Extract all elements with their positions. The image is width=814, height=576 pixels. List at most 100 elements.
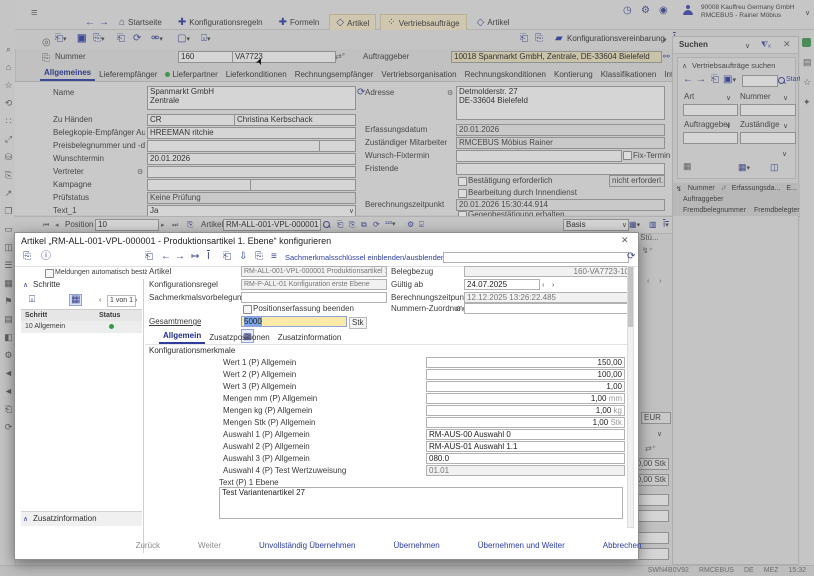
name-field[interactable]: Spanmarkt GmbH Zentrale [147, 86, 356, 110]
beleg-nummer-field[interactable]: VA7723 [232, 51, 336, 63]
zu-haenden-code-field[interactable]: CR [147, 114, 235, 126]
home-icon[interactable]: ⌂ [4, 63, 13, 72]
swap-icon[interactable]: ⇄⁺ [645, 444, 656, 453]
sachmerkmal-filter-field[interactable] [443, 252, 629, 263]
status-circle-icon[interactable]: ◎ [42, 38, 51, 47]
zurueck-button[interactable]: Zurück [130, 540, 166, 551]
doc-copy2-icon[interactable]: ⎘ [349, 220, 355, 230]
refresh-icon[interactable]: ⟳ [133, 34, 141, 44]
tab-rechnungskonditionen[interactable]: Rechnungskonditionen [461, 68, 550, 81]
chart-icon[interactable]: ↗ [4, 189, 13, 198]
bearbeitung-checkbox[interactable] [458, 189, 467, 198]
art-chevron-icon[interactable]: ∨ [726, 94, 731, 103]
fit-width-icon[interactable]: ↦ [191, 252, 199, 262]
search-nummer-field[interactable] [740, 104, 796, 116]
position-field[interactable]: 10 [95, 219, 159, 231]
close-panel-icon[interactable]: ✕ [783, 40, 791, 49]
tab-artikel-2[interactable]: ◇ Artikel [471, 15, 516, 31]
user-menu-chevron-icon[interactable]: ∨ [805, 9, 810, 18]
dialog-scrollbar[interactable] [627, 266, 634, 528]
panel-icon[interactable]: ◫ [4, 243, 13, 252]
merkmal-field[interactable]: RM-AUS-01 Auswahl 1.1 [426, 441, 625, 452]
folder-blue-icon[interactable]: ▰ [555, 34, 563, 44]
gear-icon[interactable]: ⚙ [4, 351, 13, 360]
search-icon[interactable]: ⌕ [4, 45, 13, 54]
tab-rechnungsempfaenger[interactable]: Rechnungsempfänger [291, 68, 378, 81]
user-avatar[interactable] [683, 5, 693, 15]
apps-icon[interactable]: ∷ [4, 117, 13, 126]
tab-formeln[interactable]: ✚ Formeln [273, 15, 326, 31]
app-switch-icon[interactable] [802, 38, 811, 47]
search-icon[interactable] [323, 221, 330, 228]
merkmal-field[interactable]: 1,00 [426, 381, 625, 392]
tab-startseite[interactable]: ⌂ Startseite [113, 15, 168, 31]
pager-next-icon[interactable]: › [659, 277, 661, 286]
clipboard-icon[interactable]: ⎘ [23, 252, 31, 262]
dialog-close-icon[interactable]: ✕ [621, 236, 629, 245]
dlg-tab-zusatzpositionen[interactable]: Zusatzpositionen [205, 331, 273, 344]
filter-clear-icon[interactable]: ⧨ₓ [761, 40, 771, 50]
text-tool-icon[interactable]: I▾ [663, 220, 669, 231]
adresse-field[interactable]: Detmolderstr. 27 DE-33604 Bielefeld [456, 86, 665, 120]
table-view-icon[interactable]: ▥ [649, 220, 657, 230]
nav-back-icon[interactable]: ← [85, 18, 95, 28]
next-record-icon[interactable]: ▸ [161, 221, 165, 230]
history-forward-icon[interactable]: → [696, 75, 706, 85]
merkmal-field[interactable]: 080.0 [426, 453, 625, 464]
dlg-tab-zusatzinformation[interactable]: Zusatzinformation [274, 331, 346, 344]
list-icon[interactable]: ≡ [271, 252, 277, 262]
doc-add-icon[interactable]: ⎗ [223, 252, 231, 262]
auftraggeber-chevron-icon[interactable]: ∨ [726, 122, 731, 131]
adresse-gear-icon[interactable]: ⚙ [447, 89, 453, 98]
step-row-allgemein[interactable]: 10 Allgemein [21, 321, 142, 333]
zusatzinfo-section-bar[interactable]: ∧ Zusatzinformation [21, 511, 142, 526]
tab-vertriebsauftraege[interactable]: ⁘ Vertriebsaufträge [380, 14, 466, 31]
saved-search-field[interactable] [742, 75, 778, 87]
open-document-icon[interactable]: ⎗ [117, 34, 125, 44]
prev-record-icon[interactable]: ◂ [55, 221, 59, 230]
pin2-icon[interactable]: ◄ [4, 387, 13, 396]
tab-kontierung[interactable]: Kontierung [550, 68, 597, 81]
auftraggeber-field[interactable]: 10018 Spanmarkt GmbH, Zentrale, DE-33604… [451, 51, 662, 63]
history-back-icon[interactable]: ← [683, 75, 693, 85]
preisbeleg-datum-field[interactable] [319, 140, 356, 152]
merkmal-field[interactable]: RM-AUS-00 Auswahl 0 [426, 429, 625, 440]
tab-lieferpartner[interactable]: Lieferpartner [161, 68, 221, 81]
download-icon[interactable]: ⇩ [239, 252, 247, 262]
layout-icon[interactable]: ▦▾ [738, 162, 750, 174]
weiter-button[interactable]: Weiter [192, 540, 227, 551]
save-icon[interactable]: ▣ [77, 34, 86, 44]
tag-icon[interactable]: ⌻ [419, 220, 424, 230]
last-record-icon[interactable]: ⏭ [172, 221, 178, 230]
wunsch-fixtermin-field[interactable] [456, 150, 622, 162]
zu-haenden-name-field[interactable]: Christina Kerbschack [234, 114, 356, 126]
save-search-icon[interactable]: ▣▾ [723, 75, 736, 86]
list-icon[interactable]: ☰ [4, 261, 13, 270]
hamburger-menu-icon[interactable]: ≡ [31, 9, 37, 18]
doc-out-icon[interactable]: ⎘ [535, 34, 543, 44]
tab-allgemeines[interactable]: Allgemeines [40, 66, 95, 81]
gueltig-prev-icon[interactable]: ‹ [542, 281, 544, 290]
tab-konfigurationsregeln[interactable]: ✚ Konfigurationsregeln [172, 15, 269, 31]
steps-collapse-icon[interactable]: ∧ [23, 281, 28, 290]
period-icon[interactable]: ▢▾ [177, 34, 190, 45]
info-icon[interactable]: ⓘ [41, 252, 51, 262]
auto-confirm-checkbox[interactable] [45, 269, 54, 278]
doc-in-icon[interactable]: ⎗ [520, 34, 528, 44]
company-icon[interactable]: ◫ [770, 162, 779, 172]
notes-side-icon[interactable]: ▤ [803, 58, 812, 67]
clock-icon[interactable]: ◷ [623, 6, 632, 16]
doc-copy-icon[interactable]: ⎗ [337, 220, 343, 230]
refresh-icon[interactable]: ⟳ [627, 252, 635, 262]
link-icon[interactable]: ⚯ [663, 52, 670, 62]
config-agreement-label[interactable]: Konfigurationsvereinbarung [567, 34, 665, 44]
search-auftraggeber-field[interactable] [683, 132, 738, 144]
merkmal-field[interactable]: 1,00 kg [426, 405, 625, 416]
merkmal-field[interactable]: 100,00 [426, 369, 625, 380]
belegkopie-field[interactable]: HREEMAN ritchie [147, 127, 356, 139]
new-search-icon[interactable]: ⎗ [711, 75, 719, 85]
zustaendiger-chevron-icon[interactable]: ∨ [783, 122, 788, 131]
favorites-side-icon[interactable]: ☆ [803, 78, 811, 87]
step-back-icon[interactable]: ← [161, 252, 171, 262]
bookmark-icon[interactable]: ⌻▾ [201, 34, 211, 45]
